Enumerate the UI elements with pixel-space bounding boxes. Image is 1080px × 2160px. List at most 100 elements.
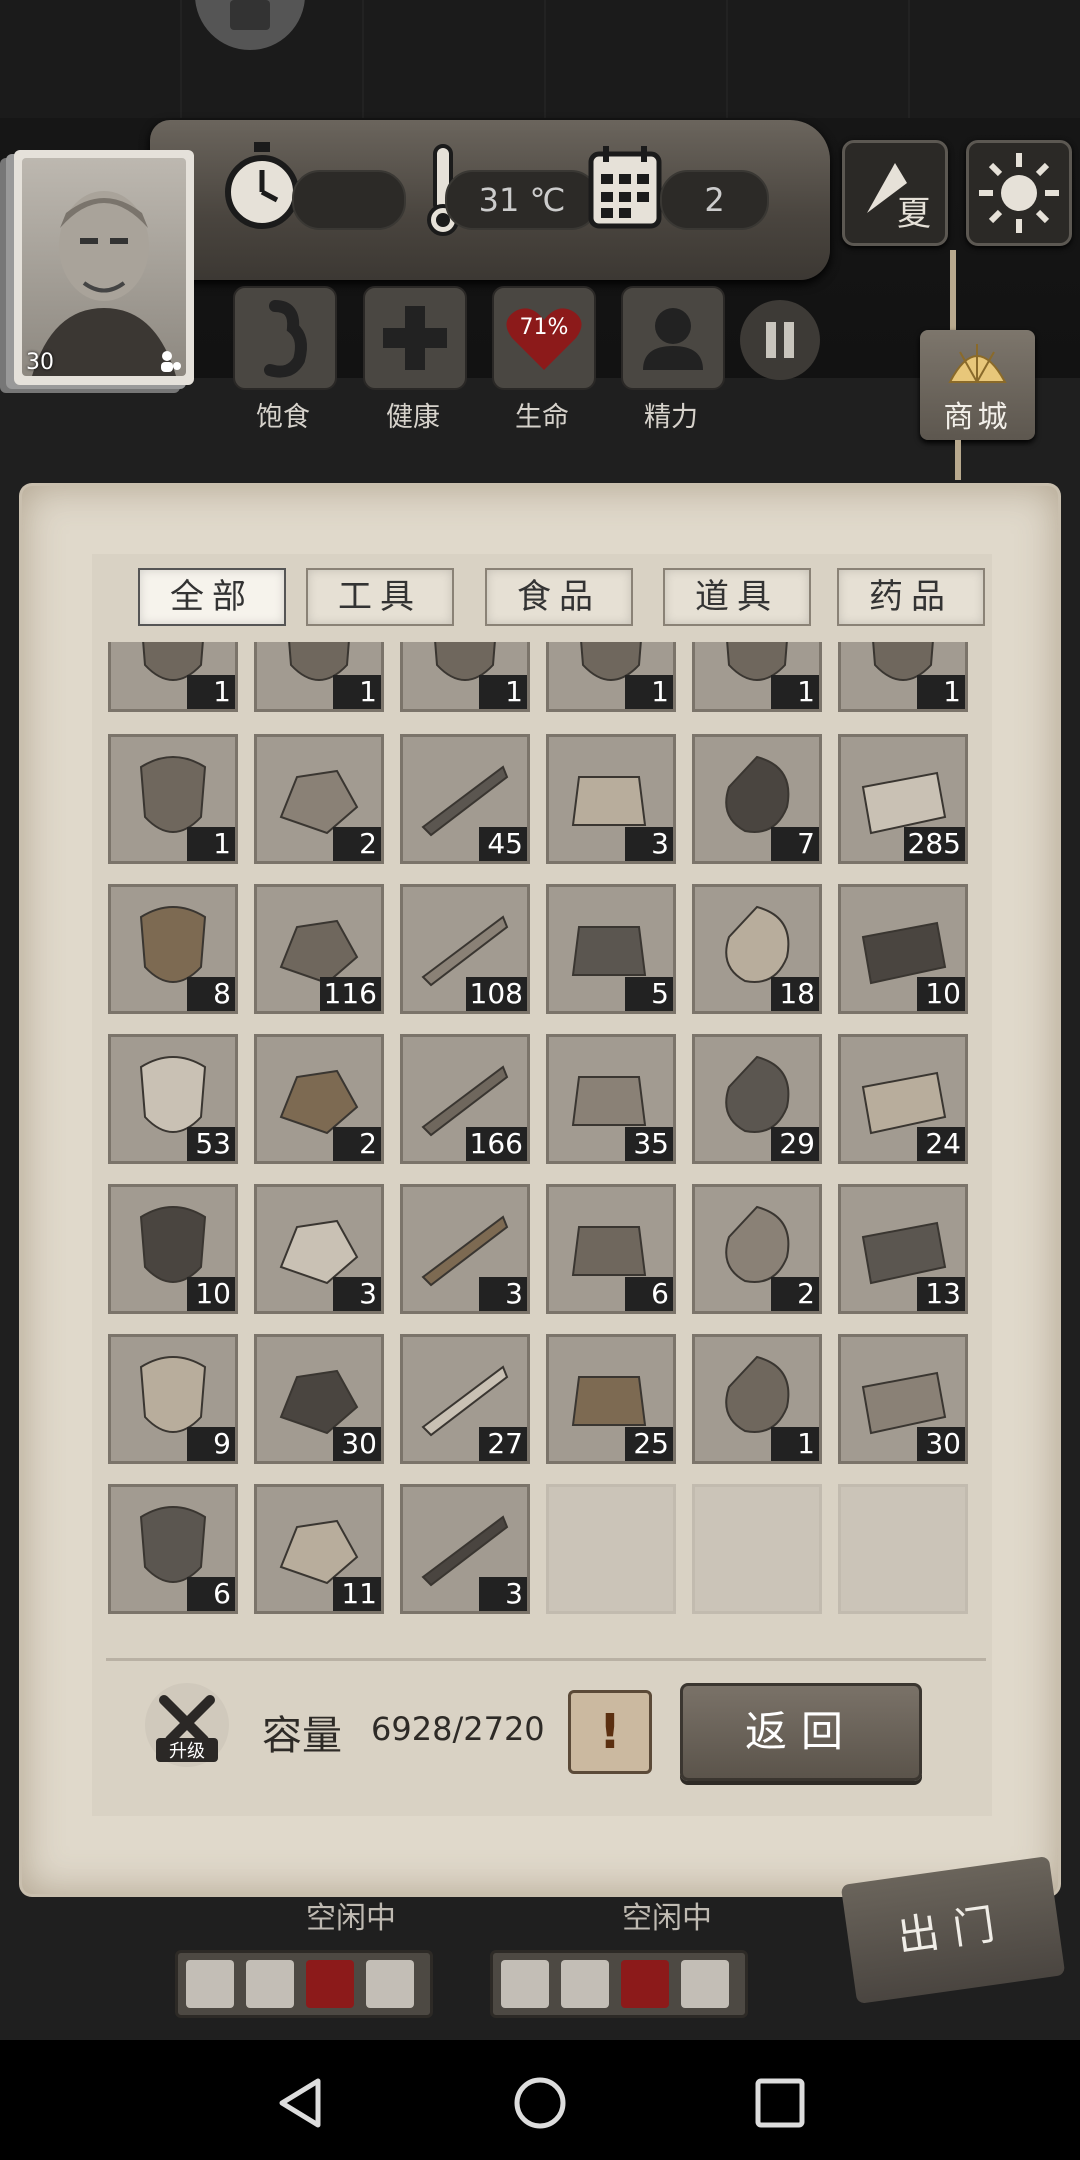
pause-button[interactable] <box>740 300 820 380</box>
energy-person-icon <box>681 1960 729 2008</box>
heart-icon: 71% <box>506 308 582 370</box>
inventory-slot-wooden-shield[interactable]: 1 <box>108 642 238 712</box>
inventory-slot-flint-stone[interactable]: 8 <box>108 884 238 1014</box>
inventory-slot-empty[interactable] <box>546 1484 676 1614</box>
inventory-slot-empty[interactable] <box>838 1484 968 1614</box>
inventory-slot-wooden-shield[interactable]: 1 <box>838 642 968 712</box>
item-count: 35 <box>625 1127 673 1161</box>
upgrade-button[interactable]: 升级 <box>142 1680 232 1770</box>
inventory-slot-horn[interactable]: 27 <box>400 1334 530 1464</box>
item-count: 2 <box>333 1127 381 1161</box>
item-count: 108 <box>465 977 527 1011</box>
inventory-slot-water-puddle[interactable]: 108 <box>400 884 530 1014</box>
recents-nav-icon[interactable] <box>752 2075 808 2135</box>
inventory-slot-wooden-board[interactable]: 10 <box>838 884 968 1014</box>
inventory-slot-coal-chunks[interactable]: 35 <box>546 1034 676 1164</box>
back-nav-icon[interactable] <box>272 2075 328 2135</box>
inventory-slot-sandstone[interactable]: 10 <box>108 1184 238 1314</box>
inventory-slot-white-powder[interactable]: 25 <box>546 1334 676 1464</box>
inventory-slot-rope[interactable]: 7 <box>692 734 822 864</box>
status-label-energy: 精力 <box>644 402 698 433</box>
heart-icon <box>306 1960 354 2008</box>
inventory-slot-wood-blocks[interactable]: 18 <box>692 884 822 1014</box>
inventory-slot-animal-hide[interactable]: 3 <box>400 1184 530 1314</box>
player-portrait[interactable]: 30 <box>14 150 194 385</box>
life-status[interactable]: 71% <box>492 286 596 390</box>
inventory-slot-bamboo-sticks[interactable]: 166 <box>400 1034 530 1164</box>
item-count: 2 <box>333 827 381 861</box>
inventory-slot-soil-pile[interactable]: 2 <box>254 1034 384 1164</box>
sun-weather-icon[interactable] <box>966 140 1072 246</box>
inventory-slot-rocks[interactable]: 6 <box>546 1184 676 1314</box>
companion-stats-2[interactable] <box>490 1950 748 2018</box>
companion-status-2: 空闲中 <box>622 1901 712 1936</box>
item-count: 18 <box>771 977 819 1011</box>
shop-button[interactable]: 商城 <box>920 330 1035 440</box>
inventory-slot-salt-crystals[interactable]: 24 <box>838 1034 968 1164</box>
inventory-slot-bandage[interactable]: 13 <box>838 1184 968 1314</box>
inventory-slot-iron-ore[interactable]: 11 <box>254 1484 384 1614</box>
sign-rope <box>950 250 956 335</box>
hammer-icon: 升级 <box>145 1683 229 1767</box>
item-count: 166 <box>465 1127 527 1161</box>
item-count: 13 <box>917 1277 965 1311</box>
item-count: 3 <box>625 827 673 861</box>
inventory-slot-wooden-spike[interactable]: 53 <box>108 1034 238 1164</box>
season-button[interactable]: 夏 <box>842 140 948 246</box>
tab-all[interactable]: 全部 <box>138 568 286 626</box>
tab-food[interactable]: 食品 <box>485 568 633 626</box>
upgrade-label: 升级 <box>169 1741 205 1762</box>
companion-stats-1[interactable] <box>175 1950 433 2018</box>
inventory-slot-wooden-shield[interactable]: 1 <box>254 642 384 712</box>
companion-status-1: 空闲中 <box>306 1901 396 1936</box>
inventory-slot-gift-box[interactable]: 3 <box>400 1484 530 1614</box>
inventory-slot-iron-scraps[interactable]: 29 <box>692 1034 822 1164</box>
top-status-area <box>0 0 1080 120</box>
inventory-slot-wooden-shield[interactable]: 1 <box>400 642 530 712</box>
capacity-label: 容量 <box>262 1713 342 1759</box>
inventory-slot-wooden-shield[interactable]: 1 <box>546 642 676 712</box>
inventory-slot-glass-bottle[interactable]: 30 <box>838 1334 968 1464</box>
item-count: 3 <box>479 1577 527 1611</box>
item-count: 1 <box>625 675 673 709</box>
energy-person-icon <box>366 1960 414 2008</box>
tab-medicine[interactable]: 药品 <box>837 568 985 626</box>
inventory-slot-feather[interactable]: 30 <box>254 1334 384 1464</box>
inventory-slot-stone[interactable]: 2 <box>254 734 384 864</box>
item-count: 1 <box>771 1427 819 1461</box>
season-label: 夏 <box>897 194 931 234</box>
energy-status[interactable] <box>621 286 725 390</box>
item-count: 5 <box>625 977 673 1011</box>
home-nav-icon[interactable] <box>512 2075 568 2135</box>
life-value: 71% <box>520 315 569 340</box>
health-status[interactable] <box>363 286 467 390</box>
inventory-slot-wheat[interactable]: 5 <box>546 884 676 1014</box>
inventory-slot-dry-leaf[interactable]: 116 <box>254 884 384 1014</box>
item-count: 11 <box>333 1577 381 1611</box>
time-bar <box>292 170 406 230</box>
day-counter: 2 <box>660 170 769 230</box>
inventory-slot-empty[interactable] <box>692 1484 822 1614</box>
inventory-slot-alcohol-jar[interactable]: 2 <box>692 1184 822 1314</box>
tab-props[interactable]: 道具 <box>663 568 811 626</box>
inventory-slot-bamboo-bundle[interactable]: 45 <box>400 734 530 864</box>
stomach-icon <box>264 300 307 378</box>
inventory-grid: 1 1 1 1 1 1 1 2 45 3 7 285 8 116 108 5 18 10 53 2 166 35 29 24 1… <box>108 642 976 1618</box>
warning-button[interactable]: ! <box>568 1690 652 1774</box>
inventory-slot-worm[interactable]: 3 <box>254 1184 384 1314</box>
item-count: 30 <box>333 1427 381 1461</box>
stopwatch-icon <box>222 140 302 234</box>
inventory-slot-wooden-shield[interactable]: 1 <box>692 642 822 712</box>
item-count: 24 <box>917 1127 965 1161</box>
return-button[interactable]: 返回 <box>680 1683 922 1781</box>
capacity-value: 6928/2720 <box>371 1710 545 1748</box>
inventory-slot-leather-bag[interactable]: 1 <box>692 1334 822 1464</box>
player-level: 30 <box>26 350 54 375</box>
tab-tools[interactable]: 工具 <box>306 568 454 626</box>
satiety-status[interactable] <box>233 286 337 390</box>
inventory-slot-wooden-shield[interactable]: 1 <box>108 734 238 864</box>
inventory-slot-pearl-shell[interactable]: 9 <box>108 1334 238 1464</box>
inventory-slot-wood-planks[interactable]: 285 <box>838 734 968 864</box>
inventory-slot-log[interactable]: 6 <box>108 1484 238 1614</box>
inventory-slot-cloth-roll[interactable]: 3 <box>546 734 676 864</box>
